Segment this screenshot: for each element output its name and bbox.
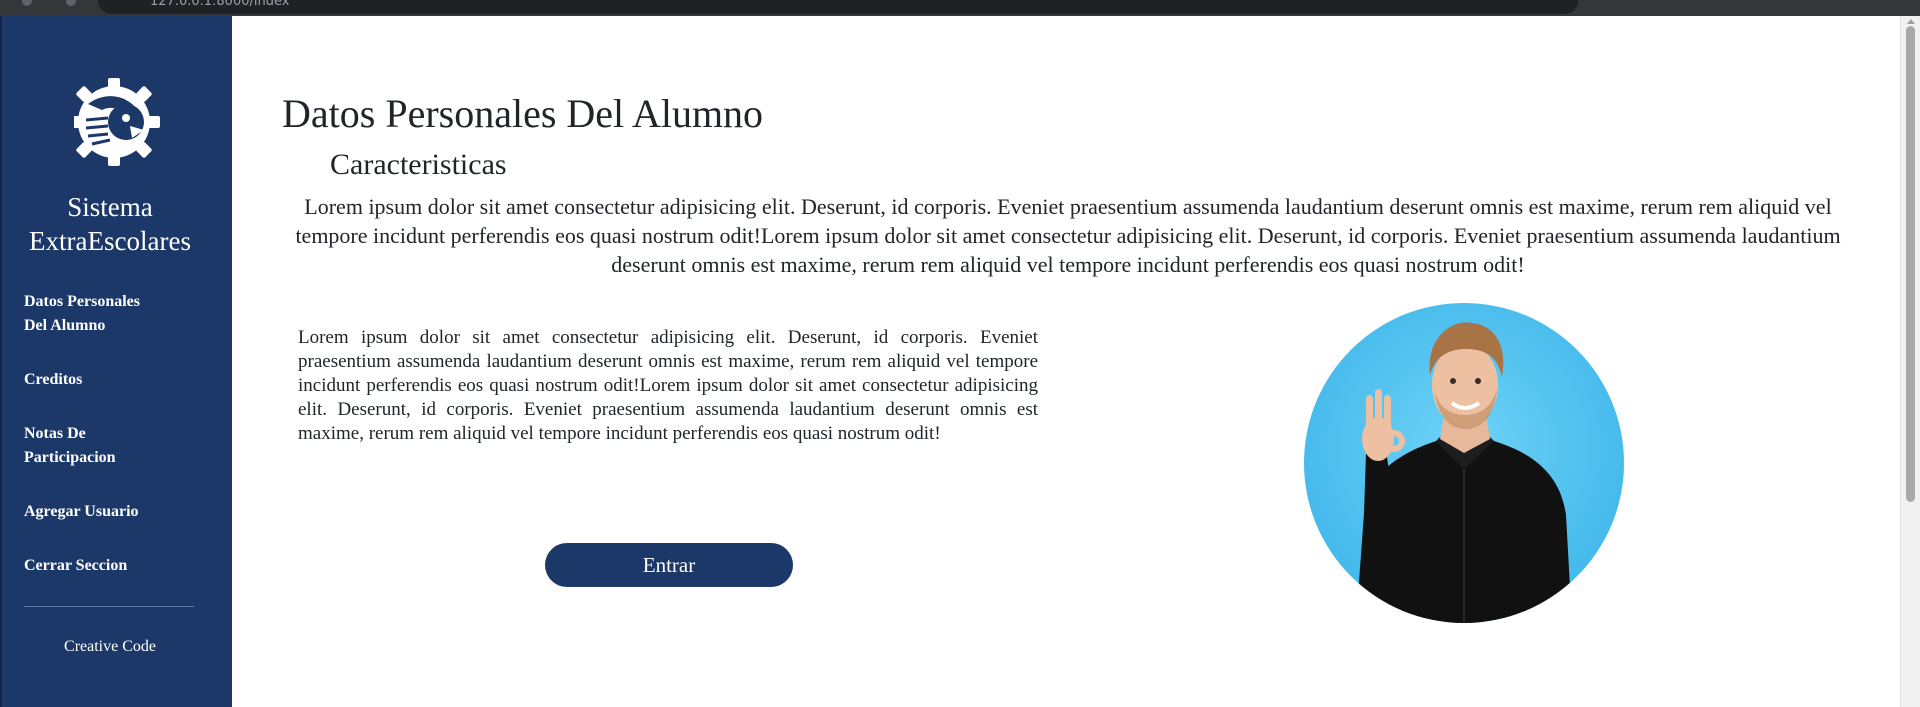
sidebar-item-cerrar-seccion[interactable]: Cerrar Seccion	[24, 554, 194, 578]
student-portrait-icon	[1304, 303, 1624, 623]
scrollbar-thumb[interactable]	[1906, 26, 1915, 502]
sidebar-item-label-line-1: Notas De	[24, 425, 86, 442]
sidebar-item-label: Agregar Usuario	[24, 503, 139, 520]
scroll-up-icon[interactable]	[1907, 19, 1915, 24]
body-paragraph: Lorem ipsum dolor sit amet consectetur a…	[298, 327, 1038, 444]
address-bar[interactable]	[98, 0, 1578, 14]
page-scrollbar[interactable]	[1900, 16, 1920, 707]
enter-button[interactable]: Entrar	[545, 543, 793, 587]
sidebar-item-label: Cerrar Seccion	[24, 557, 128, 574]
main-content: Datos Personales Del Alumno Caracteristi…	[232, 16, 1900, 707]
sidebar-divider	[24, 606, 194, 607]
sidebar: Sistema ExtraEscolares Datos Personales …	[0, 16, 232, 707]
back-icon[interactable]	[22, 0, 32, 6]
section-subtitle: Caracteristicas	[330, 148, 507, 181]
browser-toolbar: 127.0.0.1:8000/index	[0, 0, 1920, 16]
page-title: Datos Personales Del Alumno	[282, 91, 764, 136]
sidebar-footer: Creative Code	[64, 638, 156, 655]
intro-paragraph: Lorem ipsum dolor sit amet consectetur a…	[295, 194, 1841, 277]
sidebar-item-agregar-usuario[interactable]: Agregar Usuario	[24, 500, 194, 524]
sidebar-item-datos-personales[interactable]: Datos Personales Del Alumno	[24, 290, 194, 338]
student-photo	[1304, 303, 1624, 623]
sidebar-item-label-line-2: Participacion	[24, 449, 116, 466]
eagle-gear-logo-icon	[68, 64, 160, 174]
sidebar-item-label: Creditos	[24, 371, 83, 388]
brand-line-2: ExtraEscolares	[29, 226, 191, 256]
sidebar-item-label-line-1: Datos Personales	[24, 293, 140, 310]
sidebar-item-label-line-2: Del Alumno	[24, 317, 106, 334]
app-brand: Sistema ExtraEscolares	[2, 190, 218, 258]
sidebar-item-notas-participacion[interactable]: Notas De Participacion	[24, 422, 194, 470]
sidebar-item-creditos[interactable]: Creditos	[24, 368, 194, 392]
reload-icon[interactable]	[66, 0, 76, 6]
brand-line-1: Sistema	[67, 192, 153, 222]
address-bar-url[interactable]: 127.0.0.1:8000/index	[150, 0, 289, 9]
sidebar-nav: Datos Personales Del Alumno Creditos Not…	[24, 290, 194, 608]
